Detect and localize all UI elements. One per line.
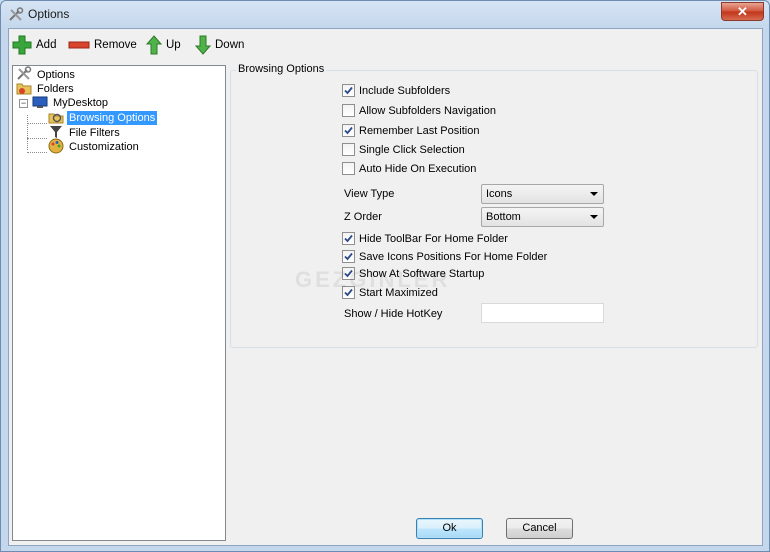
auto-hide-on-execution-checkbox[interactable]: Auto Hide On Execution — [342, 162, 476, 175]
group-title: Browsing Options — [236, 63, 327, 75]
folders-icon — [16, 80, 32, 99]
minus-icon — [68, 35, 90, 55]
allow-subfolders-navigation-checkbox[interactable]: Allow Subfolders Navigation — [342, 104, 496, 117]
options-window: Options ✕ Add Remove Up Down − Options F… — [0, 0, 770, 552]
hotkey-label: Show / Hide HotKey — [344, 308, 443, 320]
toolbar: Add Remove Up Down — [9, 29, 762, 61]
down-button[interactable]: Down — [195, 34, 244, 56]
add-label: Add — [36, 39, 57, 51]
watermark: GEZGINLER — [295, 267, 451, 292]
include-subfolders-checkbox[interactable]: Include Subfolders — [342, 84, 450, 97]
z-order-dropdown[interactable]: Bottom — [481, 207, 604, 227]
checkbox-box — [342, 84, 355, 97]
remove-label: Remove — [94, 39, 137, 51]
checkbox-box — [342, 162, 355, 175]
tree-line — [27, 115, 28, 150]
title-bar[interactable]: Options ✕ — [1, 1, 769, 27]
tree-item-customization[interactable]: Customization — [48, 138, 141, 157]
save-icons-positions-checkbox[interactable]: Save Icons Positions For Home Folder — [342, 250, 547, 263]
dropdown-value: Icons — [486, 188, 513, 200]
view-type-label: View Type — [344, 188, 395, 200]
tree-line — [27, 152, 47, 153]
hide-toolbar-checkbox[interactable]: Hide ToolBar For Home Folder — [342, 232, 508, 245]
z-order-label: Z Order — [344, 211, 382, 223]
tree-line — [27, 138, 47, 139]
down-label: Down — [215, 39, 245, 51]
chevron-down-icon — [590, 192, 598, 196]
tree-item-label: File Filters — [69, 127, 120, 139]
checkbox-box — [342, 143, 355, 156]
checkbox-box — [342, 232, 355, 245]
plus-icon — [12, 35, 32, 55]
checkbox-label: Remember Last Position — [359, 124, 480, 137]
palette-icon — [48, 138, 64, 157]
tree-item-label: Customization — [69, 141, 139, 153]
chevron-down-icon — [590, 215, 598, 219]
client-area: Add Remove Up Down − Options Folders MyD… — [8, 28, 763, 546]
checkbox-label: Hide ToolBar For Home Folder — [359, 232, 508, 245]
remember-last-position-checkbox[interactable]: Remember Last Position — [342, 124, 479, 137]
close-button[interactable]: ✕ — [721, 2, 764, 21]
arrow-up-icon — [146, 35, 162, 55]
tree-line — [27, 123, 47, 124]
checkbox-label: Save Icons Positions For Home Folder — [359, 250, 548, 263]
checkbox-box — [342, 104, 355, 117]
dropdown-value: Bottom — [486, 211, 521, 223]
tree-item-browsing-options[interactable]: Browsing Options — [48, 110, 158, 126]
window-title: Options — [28, 7, 70, 21]
collapse-toggle[interactable]: − — [19, 99, 28, 108]
tree-item-label: Browsing Options — [67, 111, 158, 125]
view-type-dropdown[interactable]: Icons — [481, 184, 604, 204]
checkbox-label: Include Subfolders — [359, 84, 451, 97]
tree-item-mydesktop[interactable]: MyDesktop — [32, 95, 110, 111]
checkbox-box — [342, 124, 355, 137]
up-button[interactable]: Up — [146, 34, 181, 56]
single-click-selection-checkbox[interactable]: Single Click Selection — [342, 143, 465, 156]
tools-icon — [8, 7, 24, 23]
hotkey-input[interactable] — [481, 303, 604, 323]
cancel-button[interactable]: Cancel — [506, 518, 573, 539]
checkbox-label: Allow Subfolders Navigation — [359, 104, 496, 117]
tree-item-label: Options — [37, 69, 75, 81]
options-tree[interactable]: − Options Folders MyDesktop Browsing Opt… — [12, 65, 226, 541]
checkbox-label: Single Click Selection — [359, 143, 465, 156]
ok-button[interactable]: Ok — [416, 518, 483, 539]
desktop-icon — [32, 94, 48, 113]
arrow-down-icon — [195, 35, 211, 55]
remove-button[interactable]: Remove — [68, 34, 137, 56]
up-label: Up — [166, 39, 181, 51]
add-button[interactable]: Add — [12, 34, 56, 56]
checkbox-label: Auto Hide On Execution — [359, 162, 477, 175]
checkbox-box — [342, 250, 355, 263]
